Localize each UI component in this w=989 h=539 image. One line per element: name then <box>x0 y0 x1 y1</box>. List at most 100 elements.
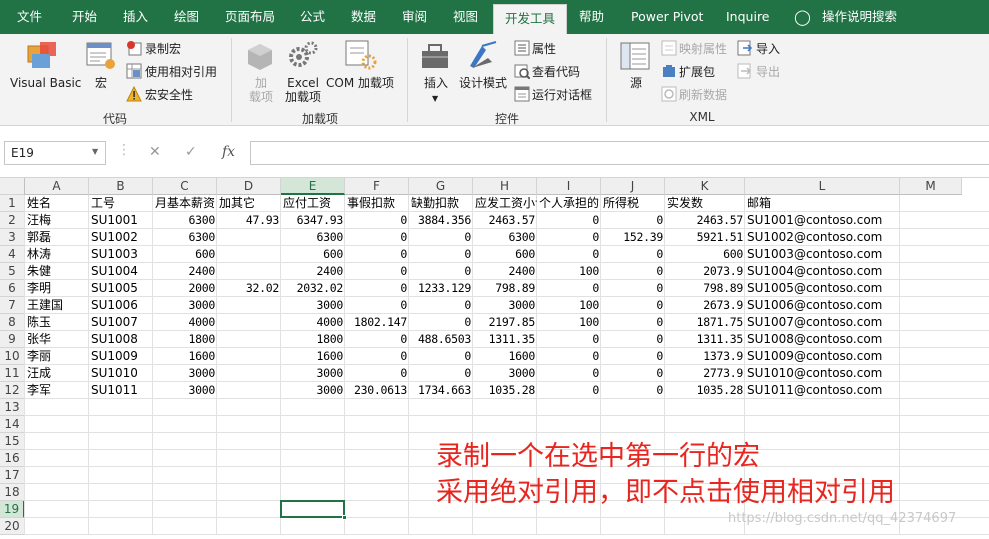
cell-D9[interactable] <box>217 331 281 348</box>
cell-G12[interactable]: 1734.663 <box>409 382 473 399</box>
cell-E10[interactable]: 1600 <box>281 348 345 365</box>
cell-D12[interactable] <box>217 382 281 399</box>
cell-H11[interactable]: 3000 <box>473 365 537 382</box>
cell-K8[interactable]: 1871.75 <box>665 314 745 331</box>
cell-E3[interactable]: 6300 <box>281 229 345 246</box>
cell-A9[interactable]: 张华 <box>25 331 89 348</box>
cell-H5[interactable]: 2400 <box>473 263 537 280</box>
tab-formulas[interactable]: 公式 <box>300 0 325 34</box>
row-header-4[interactable]: 4 <box>0 246 25 263</box>
cell-L3[interactable]: SU1002@contoso.com <box>745 229 900 246</box>
cell-A10[interactable]: 李丽 <box>25 348 89 365</box>
cell-F12[interactable]: 230.0613 <box>345 382 409 399</box>
cell-B11[interactable]: SU1010 <box>89 365 153 382</box>
com-addins-button[interactable]: COM 加载项 <box>326 76 394 90</box>
cell-K7[interactable]: 2673.9 <box>665 297 745 314</box>
cell-J1[interactable]: 所得税 <box>601 195 665 212</box>
cell-F9[interactable]: 0 <box>345 331 409 348</box>
cell-L6[interactable]: SU1005@contoso.com <box>745 280 900 297</box>
column-header-J[interactable]: J <box>601 178 665 195</box>
column-header-H[interactable]: H <box>473 178 537 195</box>
cell-F7[interactable]: 0 <box>345 297 409 314</box>
row-header-15[interactable]: 15 <box>0 433 25 450</box>
macro-security-button[interactable]: 宏安全性 <box>145 88 193 102</box>
cell-H4[interactable]: 600 <box>473 246 537 263</box>
row-header-17[interactable]: 17 <box>0 467 25 484</box>
cell-H7[interactable]: 3000 <box>473 297 537 314</box>
insert-control-button[interactable]: 插入 <box>424 76 448 90</box>
row-header-7[interactable]: 7 <box>0 297 25 314</box>
insert-function-button[interactable]: fx <box>222 144 235 160</box>
cell-H6[interactable]: 798.89 <box>473 280 537 297</box>
cell-L1[interactable]: 邮箱 <box>745 195 900 212</box>
cell-I8[interactable]: 100 <box>537 314 601 331</box>
cell-D7[interactable] <box>217 297 281 314</box>
row-header-16[interactable]: 16 <box>0 450 25 467</box>
cell-G1[interactable]: 缺勤扣款 <box>409 195 473 212</box>
cell-K10[interactable]: 1373.9 <box>665 348 745 365</box>
row-header-6[interactable]: 6 <box>0 280 25 297</box>
row-header-14[interactable]: 14 <box>0 416 25 433</box>
cell-H10[interactable]: 1600 <box>473 348 537 365</box>
visual-basic-button[interactable]: Visual Basic <box>10 76 81 90</box>
cell-F10[interactable]: 0 <box>345 348 409 365</box>
cell-K5[interactable]: 2073.9 <box>665 263 745 280</box>
cell-B3[interactable]: SU1002 <box>89 229 153 246</box>
row-header-9[interactable]: 9 <box>0 331 25 348</box>
cell-I5[interactable]: 100 <box>537 263 601 280</box>
cell-L4[interactable]: SU1003@contoso.com <box>745 246 900 263</box>
properties-button[interactable]: 属性 <box>532 42 556 56</box>
select-all-corner[interactable] <box>0 178 25 195</box>
cell-K3[interactable]: 5921.51 <box>665 229 745 246</box>
cell-J9[interactable]: 0 <box>601 331 665 348</box>
cell-J12[interactable]: 0 <box>601 382 665 399</box>
tab-developer[interactable]: 开发工具 <box>493 4 568 34</box>
cell-J4[interactable]: 0 <box>601 246 665 263</box>
macros-button[interactable]: 宏 <box>95 76 107 90</box>
row-header-13[interactable]: 13 <box>0 399 25 416</box>
tab-page-layout[interactable]: 页面布局 <box>225 0 275 34</box>
cell-E5[interactable]: 2400 <box>281 263 345 280</box>
cell-J6[interactable]: 0 <box>601 280 665 297</box>
cell-E1[interactable]: 应付工资 <box>281 195 345 212</box>
cell-J10[interactable]: 0 <box>601 348 665 365</box>
cell-E6[interactable]: 2032.02 <box>281 280 345 297</box>
cell-J11[interactable]: 0 <box>601 365 665 382</box>
cell-K6[interactable]: 798.89 <box>665 280 745 297</box>
active-cell-selection[interactable] <box>280 500 345 518</box>
cell-B7[interactable]: SU1006 <box>89 297 153 314</box>
cell-D6[interactable]: 32.02 <box>217 280 281 297</box>
cell-L11[interactable]: SU1010@contoso.com <box>745 365 900 382</box>
tab-inquire[interactable]: Inquire <box>726 0 770 34</box>
cell-H8[interactable]: 2197.85 <box>473 314 537 331</box>
column-header-E[interactable]: E <box>281 178 345 195</box>
cell-E4[interactable]: 600 <box>281 246 345 263</box>
cell-B6[interactable]: SU1005 <box>89 280 153 297</box>
cell-F3[interactable]: 0 <box>345 229 409 246</box>
enter-formula-button[interactable]: ✓ <box>185 144 197 160</box>
view-code-button[interactable]: 查看代码 <box>532 65 580 79</box>
tab-view[interactable]: 视图 <box>453 0 478 34</box>
design-mode-button[interactable]: 设计模式 <box>459 76 507 90</box>
cell-L8[interactable]: SU1007@contoso.com <box>745 314 900 331</box>
cell-G5[interactable]: 0 <box>409 263 473 280</box>
cell-G8[interactable]: 0 <box>409 314 473 331</box>
cell-B5[interactable]: SU1004 <box>89 263 153 280</box>
cell-K2[interactable]: 2463.57 <box>665 212 745 229</box>
cell-A5[interactable]: 朱健 <box>25 263 89 280</box>
cell-H2[interactable]: 2463.57 <box>473 212 537 229</box>
excel-addins-button[interactable]: Excel 加载项 <box>285 76 321 104</box>
cell-D11[interactable] <box>217 365 281 382</box>
cell-D1[interactable]: 加其它 <box>217 195 281 212</box>
cell-J5[interactable]: 0 <box>601 263 665 280</box>
cell-L7[interactable]: SU1006@contoso.com <box>745 297 900 314</box>
cell-I4[interactable]: 0 <box>537 246 601 263</box>
cell-D4[interactable] <box>217 246 281 263</box>
record-macro-button[interactable]: 录制宏 <box>145 42 181 56</box>
row-header-12[interactable]: 12 <box>0 382 25 399</box>
cell-E8[interactable]: 4000 <box>281 314 345 331</box>
cell-F11[interactable]: 0 <box>345 365 409 382</box>
cell-K12[interactable]: 1035.28 <box>665 382 745 399</box>
cell-H3[interactable]: 6300 <box>473 229 537 246</box>
cell-B4[interactable]: SU1003 <box>89 246 153 263</box>
